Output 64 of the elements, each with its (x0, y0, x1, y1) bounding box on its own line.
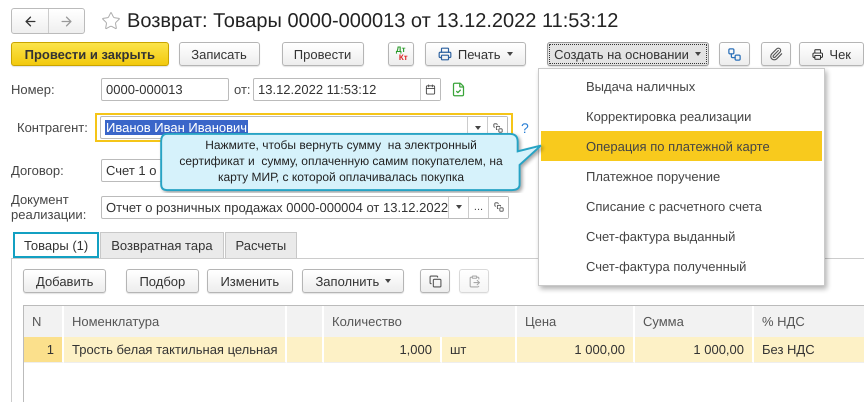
date-field[interactable]: 13.12.2022 11:53:12 (253, 78, 441, 101)
window-title: Возврат: Товары 0000-000013 от 13.12.2022 11:53:12 (127, 10, 618, 32)
tab[interactable]: Товары (1) (13, 232, 100, 258)
table-cell: 1 (24, 337, 64, 363)
column-header (287, 306, 324, 337)
print-button[interactable]: Печать (424, 42, 526, 66)
structure-icon (726, 46, 742, 62)
table-cell: 1 000,00 (517, 337, 635, 363)
menu-item[interactable]: Счет-фактура полученный (541, 251, 822, 281)
forward-arrow-icon (59, 14, 74, 28)
create-based-on-button[interactable]: Создать на основании (546, 42, 708, 66)
column-header: N (24, 306, 64, 337)
table-cell: шт (442, 337, 517, 363)
paperclip-icon (768, 47, 783, 61)
column-header: Номенклатура (64, 306, 287, 337)
menu-item[interactable]: Списание с расчетного счета (541, 191, 822, 221)
table-cell: Без НДС (754, 337, 864, 363)
help-link[interactable]: ? (521, 120, 529, 136)
hint-text: Нажмите, чтобы вернуть сумму на электронный сертификат и сумму, оплаченную самим покупателем, на карту МИР, с которой оплачивалась покупка (178, 137, 504, 185)
table-cell: 1,000 (324, 337, 442, 363)
tab[interactable]: Возвратная тара (100, 232, 224, 258)
receipt-button[interactable]: Чек (799, 42, 864, 66)
column-header: Количество (324, 306, 517, 337)
menu-item[interactable]: Счет-фактура выданный (541, 221, 822, 251)
document-check-icon[interactable] (451, 82, 466, 97)
field-label: от: (234, 82, 252, 97)
menu-item[interactable]: Платежное поручение (541, 161, 822, 191)
field-label: Документ реализации: (11, 192, 88, 222)
column-header: % НДС (754, 306, 864, 337)
number-field[interactable]: 0000-000013 (101, 78, 229, 101)
open-window-icon (492, 122, 502, 132)
printer-icon (438, 47, 452, 61)
fill-button[interactable]: Заполнить (302, 269, 404, 293)
menu-item[interactable]: Выдача наличных (541, 71, 822, 101)
post-and-close-button[interactable]: Провести и закрыть (11, 42, 169, 66)
menu-item[interactable]: Корректировка реализации (541, 101, 822, 131)
dt-kt-button[interactable]: Дт Кт (388, 42, 414, 66)
table-toolbar-button[interactable]: Подбор (126, 269, 200, 293)
table-cell (287, 337, 324, 363)
favorite-star-icon[interactable] (101, 11, 121, 31)
attach-button[interactable] (760, 42, 791, 66)
table-cell: Трость белая тактильная цельная (64, 337, 287, 363)
sale-document-field[interactable]: Отчет о розничных продажах 0000-000004 от 13.12.2022 ... (101, 196, 509, 218)
calendar-icon (425, 84, 436, 95)
receipt-printer-icon (812, 46, 824, 62)
toolbar-button[interactable]: Провести (282, 42, 364, 66)
open-window-icon (494, 202, 504, 212)
tab[interactable]: Расчеты (224, 232, 298, 258)
column-header: Цена (517, 306, 635, 337)
table-toolbar-button[interactable]: Изменить (207, 269, 294, 293)
table-cell: 1 000,00 (635, 337, 754, 363)
field-label: Номер: (11, 82, 56, 97)
paste-icon (468, 274, 481, 288)
copy-icon (428, 274, 442, 288)
column-header: Сумма (635, 306, 754, 337)
toolbar-button[interactable]: Записать (178, 42, 260, 66)
field-label: Контрагент: (17, 120, 89, 135)
field-label: Договор: (11, 163, 65, 178)
table-toolbar-button[interactable]: Добавить (23, 269, 106, 293)
menu-item[interactable]: Операция по платежной карте (541, 131, 822, 161)
open-button[interactable] (488, 196, 508, 218)
structure-button[interactable] (718, 42, 750, 66)
copy-button[interactable] (420, 269, 450, 293)
calendar-button[interactable] (420, 79, 440, 100)
